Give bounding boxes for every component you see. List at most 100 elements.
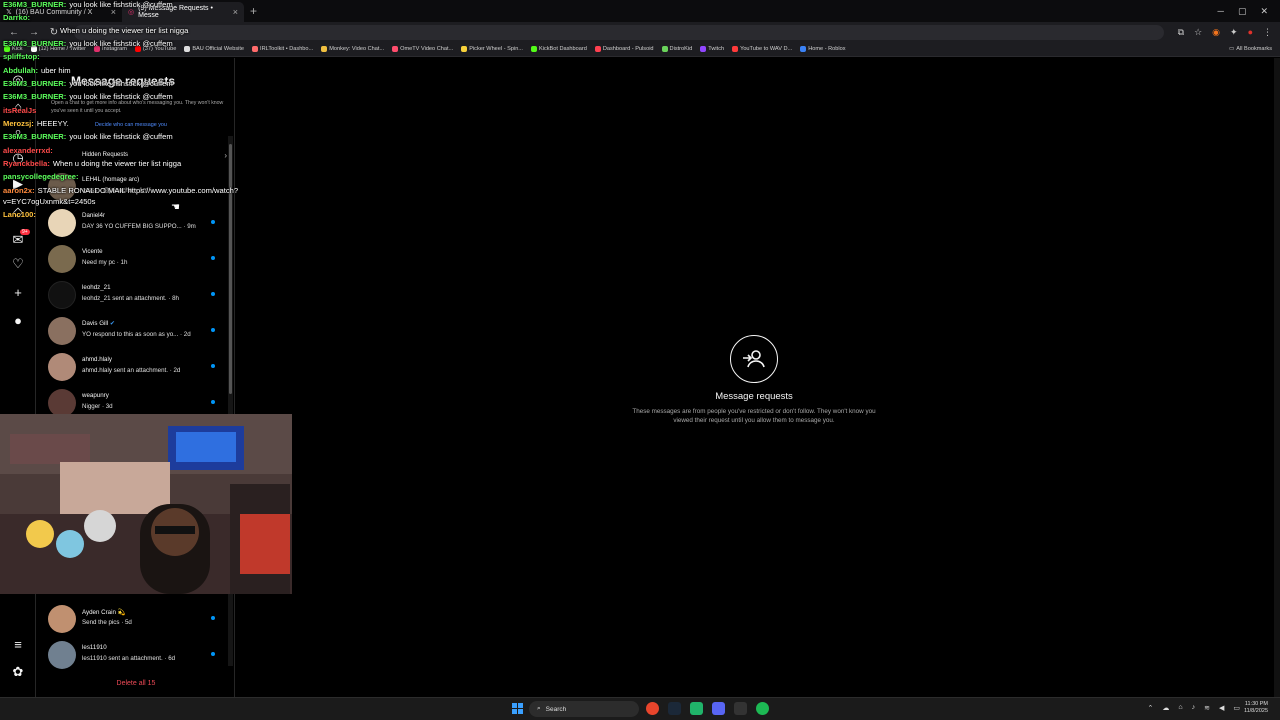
taskbar-search[interactable]: ⌕ Search bbox=[529, 701, 639, 717]
conversation-item[interactable]: leohdz_21 leohdz_21 sent an attachment. … bbox=[37, 278, 227, 312]
chrome-icon[interactable] bbox=[646, 702, 659, 715]
conversation-item[interactable]: Vicente Need my pc · 1h bbox=[37, 242, 227, 276]
spotify-icon[interactable] bbox=[756, 702, 769, 715]
battery-icon[interactable]: ▭ bbox=[1233, 704, 1240, 712]
mouse-cursor-icon: ☚ bbox=[171, 202, 180, 213]
webcam-overlay bbox=[0, 414, 292, 594]
chat-line: E36M3_BURNER: you look like fishstick @cu… bbox=[3, 39, 173, 48]
conversation-name: Davis Gill ✔ bbox=[82, 320, 115, 327]
bookmark-twitch[interactable]: Twitch bbox=[700, 46, 724, 52]
unread-dot bbox=[211, 328, 215, 332]
bookmark-distrokid[interactable]: DistroKid bbox=[661, 46, 692, 52]
conversation-preview: Send the pics · 5d bbox=[82, 619, 132, 626]
system-tray: ⌃ ☁ ⌂ ♪ ≋ ◀ ▭ bbox=[1148, 704, 1241, 712]
maximize-icon[interactable]: ▢ bbox=[1238, 6, 1247, 17]
empty-state-title: Message requests bbox=[715, 391, 793, 402]
conversation-preview: leohdz_21 sent an attachment. · 8h bbox=[82, 295, 180, 302]
chat-line: E36M3_BURNER: you look like fishstick @cu… bbox=[3, 132, 173, 141]
chat-line: Darrko: bbox=[3, 13, 31, 22]
chat-line: aaron2x: STABLE RONALDO MAIL https://www.… bbox=[3, 186, 239, 195]
network-icon[interactable]: ⌂ bbox=[1178, 704, 1182, 712]
clock[interactable]: 11:30 PM 11/8/2025 bbox=[1244, 701, 1268, 716]
conversation-item[interactable]: Ayden Crain 💫 Send the pics · 5d bbox=[37, 602, 227, 636]
conversation-preview: Need my pc · 1h bbox=[82, 259, 128, 266]
menu-icon[interactable]: ⋮ bbox=[1263, 27, 1272, 38]
mic-icon[interactable]: ♪ bbox=[1192, 704, 1196, 712]
create-plus-icon[interactable]: + bbox=[10, 284, 26, 300]
windows-taskbar: ⌕ Search ⌃ ☁ ⌂ ♪ ≋ ◀ ▭ 11:30 PM 11/8/2025 bbox=[0, 697, 1280, 720]
chat-line: E36M3_BURNER: you look like fishstick @cu… bbox=[3, 92, 173, 101]
bookmark-picker-wheel[interactable]: Picker Wheel - Spin... bbox=[461, 46, 523, 52]
extension-icon[interactable]: ◉ bbox=[1212, 27, 1220, 38]
unread-dot bbox=[211, 616, 215, 620]
folder-icon: ▭ bbox=[1228, 46, 1235, 52]
app-icon[interactable] bbox=[690, 702, 703, 715]
conversation-name: weapunry bbox=[82, 392, 109, 399]
chat-line: Abdullah: uber him bbox=[3, 66, 71, 75]
chat-line: itsRealJs bbox=[3, 106, 37, 115]
profile-avatar-icon[interactable]: ● bbox=[10, 312, 26, 328]
chat-line: Lanc100: bbox=[3, 210, 36, 219]
chat-line: spliffstop: bbox=[3, 52, 40, 61]
obs-icon[interactable] bbox=[734, 702, 747, 715]
chat-line: Merozsj: HEEEYY. bbox=[3, 119, 69, 128]
conversation-name: Ayden Crain 💫 bbox=[82, 609, 126, 616]
conversation-item[interactable]: ahmd.hlaly ahmd.hlaly sent an attachment… bbox=[37, 350, 227, 384]
puzzle-icon[interactable]: ✦ bbox=[1230, 27, 1238, 38]
bookmark-kickbot[interactable]: KickBot Dashboard bbox=[530, 46, 587, 52]
all-bookmarks-button[interactable]: ▭ All Bookmarks bbox=[1229, 46, 1280, 52]
unread-dot bbox=[211, 220, 215, 224]
conversation-preview: ahmd.hlaly sent an attachment. · 2d bbox=[82, 367, 181, 374]
unread-dot bbox=[211, 292, 215, 296]
windows-start-icon[interactable] bbox=[512, 703, 523, 714]
conversation-item[interactable]: les11910 les11910 sent an attachment. · … bbox=[37, 638, 227, 672]
bookmark-roblox[interactable]: Home - Roblox bbox=[800, 46, 846, 52]
verified-badge-icon: ✔ bbox=[109, 321, 115, 327]
volume-icon[interactable]: ◀ bbox=[1219, 704, 1224, 712]
unread-dot bbox=[211, 256, 215, 260]
conversation-name: ahmd.hlaly bbox=[82, 356, 112, 363]
bookmark-yt-wav[interactable]: YouTube to WAV D... bbox=[732, 46, 792, 52]
cloud-icon[interactable]: ☁ bbox=[1162, 704, 1169, 712]
page-scrollbar[interactable] bbox=[1274, 58, 1280, 697]
avatar bbox=[48, 605, 76, 633]
avatar bbox=[48, 389, 76, 417]
chat-line: pansycollegedegree: bbox=[3, 172, 79, 181]
conversation-name: Vicente bbox=[82, 248, 103, 255]
conversation-name: les11910 bbox=[82, 644, 107, 651]
message-requests-empty-state: Message requests These messages are from… bbox=[236, 58, 1274, 697]
hamburger-menu-icon[interactable]: ≡ bbox=[10, 636, 26, 652]
chat-line: Ryanckbella: When u doing the viewer tier… bbox=[3, 159, 182, 168]
delete-all-button[interactable]: Delete all 15 bbox=[37, 680, 235, 687]
unread-dot bbox=[211, 400, 215, 404]
add-person-icon bbox=[730, 335, 778, 383]
avatar bbox=[48, 353, 76, 381]
avatar bbox=[48, 317, 76, 345]
chevron-up-icon[interactable]: ⌃ bbox=[1148, 704, 1154, 712]
avatar bbox=[48, 281, 76, 309]
avatar bbox=[48, 641, 76, 669]
unread-dot bbox=[211, 652, 215, 656]
conversation-item[interactable]: Davis Gill ✔ YO respond to this as soon … bbox=[37, 314, 227, 348]
threads-icon[interactable]: ✿ bbox=[10, 664, 26, 680]
minimize-icon[interactable]: ─ bbox=[1218, 6, 1224, 17]
bookmark-ometv[interactable]: OmeTV Video Chat... bbox=[392, 46, 453, 52]
conversation-preview: Nigger · 3d bbox=[82, 403, 113, 410]
cast-icon[interactable]: ⧉ bbox=[1178, 27, 1184, 38]
chat-line: v=EYC7ogUxnmk&t=2450s bbox=[3, 197, 96, 206]
heart-icon[interactable]: ♡ bbox=[10, 256, 26, 272]
conversation-name: leohdz_21 bbox=[82, 284, 111, 291]
bookmark-monkey[interactable]: Monkey: Video Chat... bbox=[321, 46, 384, 52]
steam-icon[interactable] bbox=[668, 702, 681, 715]
profile-icon[interactable]: ● bbox=[1248, 27, 1253, 38]
discord-icon[interactable] bbox=[712, 702, 725, 715]
unread-dot bbox=[211, 364, 215, 368]
chat-line: alexanderrxd: bbox=[3, 146, 53, 155]
bookmark-pulsoid[interactable]: Dashboard - Pulsoid bbox=[594, 46, 654, 52]
wifi-icon[interactable]: ≋ bbox=[1204, 704, 1210, 712]
close-window-icon[interactable]: ✕ bbox=[1260, 6, 1268, 17]
chat-line: E36M3_BURNER: you look like fishstick @cu… bbox=[3, 0, 173, 9]
bookmark-star-icon[interactable]: ☆ bbox=[1194, 27, 1202, 38]
empty-state-description: These messages are from people you've re… bbox=[632, 408, 876, 425]
chat-line: E36M3_BURNER: you look like fishstick @cu… bbox=[3, 79, 173, 88]
